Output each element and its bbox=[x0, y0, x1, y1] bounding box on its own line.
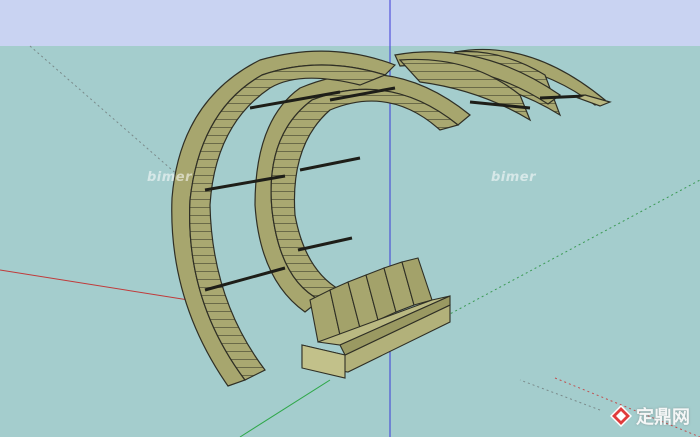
watermark-left: bimer bbox=[147, 170, 193, 185]
brand-watermark: 定鼎网 bbox=[610, 403, 690, 429]
diamond-logo-icon bbox=[610, 405, 632, 427]
watermark-right: bimer bbox=[491, 170, 537, 185]
brand-text: 定鼎网 bbox=[636, 407, 690, 428]
3d-viewport[interactable]: bimer bimer 定鼎网 bbox=[0, 0, 700, 437]
sky bbox=[0, 0, 700, 46]
scene-canvas[interactable] bbox=[0, 0, 700, 437]
